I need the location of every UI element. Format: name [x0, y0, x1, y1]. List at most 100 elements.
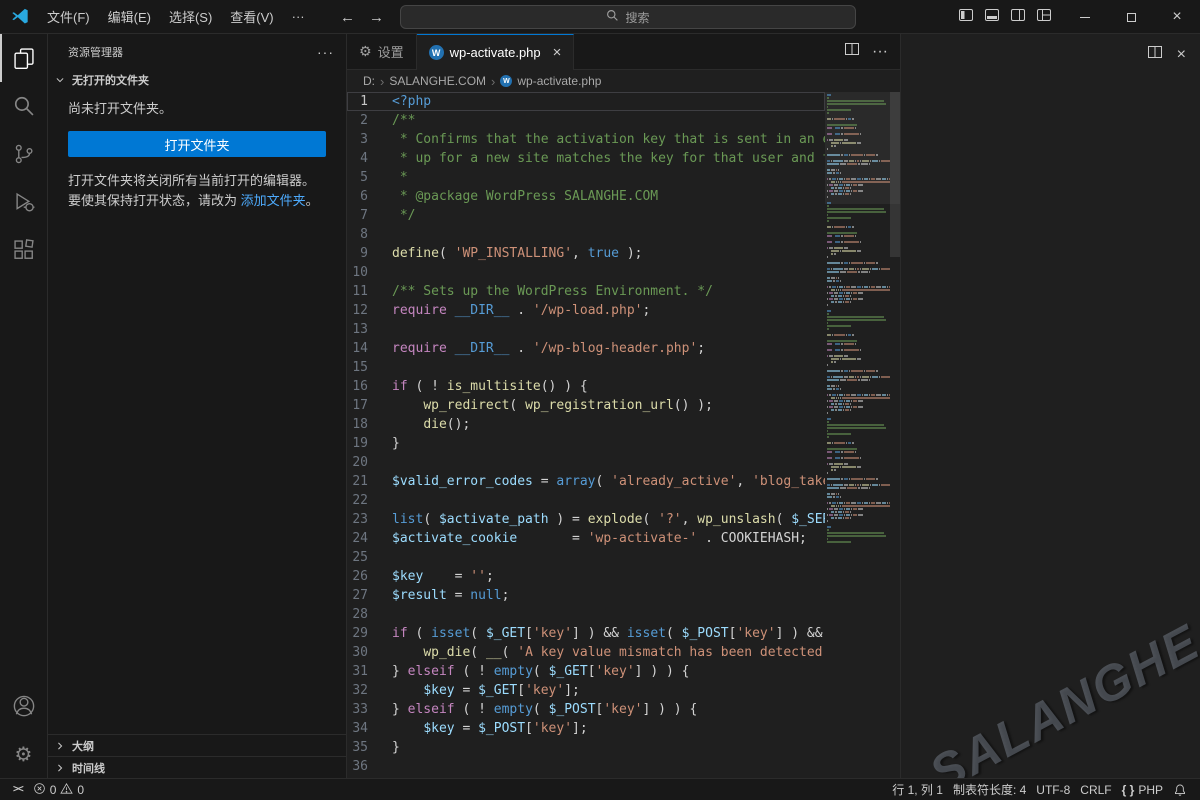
close-window-button[interactable]: ×: [1154, 0, 1200, 34]
sidebar-more-actions-icon[interactable]: ···: [317, 44, 334, 60]
toggle-primary-sidebar-icon[interactable]: [958, 7, 974, 28]
tab-settings[interactable]: ⚙ 设置: [347, 34, 417, 69]
indentation-status[interactable]: 制表符长度: 4: [948, 779, 1031, 800]
code-line[interactable]: 6 * @package WordPress SALANGHE.COM: [347, 187, 825, 206]
code-line[interactable]: 24$activate_cookie = 'wp-activate-' . CO…: [347, 529, 825, 548]
warning-icon: [60, 782, 73, 798]
empty-editor-group: × SALANGHE: [900, 34, 1200, 778]
tab-close-icon[interactable]: ×: [553, 45, 562, 60]
code-line[interactable]: 22: [347, 491, 825, 510]
add-folder-link[interactable]: 添加文件夹: [241, 193, 306, 208]
language-mode[interactable]: { } PHP: [1117, 779, 1168, 800]
code-line[interactable]: 1<?php: [347, 92, 825, 111]
code-line[interactable]: 30 wp_die( __( 'A key value mismatch has…: [347, 643, 825, 662]
minimap[interactable]: [825, 92, 890, 778]
code-line[interactable]: 18 die();: [347, 415, 825, 434]
code-line[interactable]: 35}: [347, 738, 825, 757]
explorer-icon[interactable]: [0, 34, 48, 82]
code-line[interactable]: 19}: [347, 434, 825, 453]
code-line[interactable]: 36: [347, 757, 825, 776]
notifications-bell-icon[interactable]: [1168, 779, 1192, 800]
breadcrumb-folder[interactable]: SALANGHE.COM: [389, 74, 486, 88]
split-editor-icon[interactable]: [844, 41, 860, 62]
menu-file[interactable]: 文件(F): [38, 3, 99, 30]
code-line[interactable]: 31} elseif ( ! empty( $_GET['key'] ) ) {: [347, 662, 825, 681]
code-line[interactable]: 25: [347, 548, 825, 567]
breadcrumb-file[interactable]: wp-activate.php: [517, 74, 601, 88]
source-control-icon[interactable]: [0, 130, 48, 178]
code-line[interactable]: 32 $key = $_GET['key'];: [347, 681, 825, 700]
no-folder-section-header[interactable]: 无打开的文件夹: [48, 69, 346, 91]
outline-section-header[interactable]: 大纲: [48, 734, 346, 756]
breadcrumb-separator: ›: [380, 74, 384, 89]
code-line[interactable]: 5 *: [347, 168, 825, 187]
forward-icon[interactable]: →: [369, 9, 384, 26]
code-line[interactable]: 15: [347, 358, 825, 377]
menu-edit[interactable]: 编辑(E): [99, 3, 160, 30]
cursor-position[interactable]: 行 1, 列 1: [887, 779, 948, 800]
code-line[interactable]: 23list( $activate_path ) = explode( '?',…: [347, 510, 825, 529]
code-line[interactable]: 14require __DIR__ . '/wp-blog-header.php…: [347, 339, 825, 358]
chevron-right-icon: [52, 760, 68, 776]
tab-wp-activate[interactable]: W wp-activate.php ×: [417, 34, 575, 70]
code-line[interactable]: 17 wp_redirect( wp_registration_url() );: [347, 396, 825, 415]
code-line[interactable]: 26$key = '';: [347, 567, 825, 586]
search-sidebar-icon[interactable]: [0, 82, 48, 130]
run-debug-icon[interactable]: [0, 178, 48, 226]
scrollbar-slider[interactable]: [890, 92, 900, 257]
editor-more-actions-icon[interactable]: ···: [872, 43, 888, 61]
code-line[interactable]: 13: [347, 320, 825, 339]
minimize-button[interactable]: [1062, 0, 1108, 34]
wordpress-file-icon: W: [429, 45, 444, 60]
code-line[interactable]: 33} elseif ( ! empty( $_POST['key'] ) ) …: [347, 700, 825, 719]
code-line[interactable]: 7 */: [347, 206, 825, 225]
code-line[interactable]: 12require __DIR__ . '/wp-load.php';: [347, 301, 825, 320]
code-line[interactable]: 29if ( isset( $_GET['key'] ) && isset( $…: [347, 624, 825, 643]
customize-layout-icon[interactable]: [1036, 7, 1052, 28]
code-line[interactable]: 3 * Confirms that the activation key tha…: [347, 130, 825, 149]
settings-gear-icon[interactable]: ⚙: [0, 730, 48, 778]
menu-selection[interactable]: 选择(S): [160, 3, 221, 30]
wordpress-file-icon: W: [500, 75, 512, 87]
editor-scrollbar[interactable]: [890, 92, 900, 778]
code-editor[interactable]: 1<?php2/**3 * Confirms that the activati…: [347, 92, 900, 778]
code-line[interactable]: 27$result = null;: [347, 586, 825, 605]
code-line[interactable]: 20: [347, 453, 825, 472]
code-line[interactable]: 11/** Sets up the WordPress Environment.…: [347, 282, 825, 301]
code-line[interactable]: 4 * up for a new site matches the key fo…: [347, 149, 825, 168]
open-folder-hint: 打开文件夹将关闭所有当前打开的编辑器。要使其保持打开状态，请改为 添加文件夹。: [68, 171, 326, 211]
problems-status[interactable]: 0 0: [28, 779, 89, 800]
split-editor-icon[interactable]: [1147, 44, 1163, 65]
menu-view[interactable]: 查看(V): [221, 3, 282, 30]
maximize-button[interactable]: [1108, 0, 1154, 34]
code-line[interactable]: 2/**: [347, 111, 825, 130]
titlebar: 文件(F) 编辑(E) 选择(S) 查看(V) ··· ← → 搜索 ×: [0, 0, 1200, 34]
close-group-icon[interactable]: ×: [1177, 47, 1186, 63]
explorer-sidebar: 资源管理器 ··· 无打开的文件夹 尚未打开文件夹。 打开文件夹 打开文件夹将关…: [48, 34, 347, 778]
code-line[interactable]: 34 $key = $_POST['key'];: [347, 719, 825, 738]
back-icon[interactable]: ←: [340, 9, 355, 26]
command-center-search[interactable]: 搜索: [400, 5, 856, 29]
breadcrumb-drive[interactable]: D:: [363, 74, 375, 88]
settings-tab-gear-icon: ⚙: [359, 44, 372, 60]
remote-indicator[interactable]: ><: [8, 779, 28, 800]
timeline-section-header[interactable]: 时间线: [48, 756, 346, 778]
code-line[interactable]: 10: [347, 263, 825, 282]
toggle-secondary-sidebar-icon[interactable]: [1010, 7, 1026, 28]
account-icon[interactable]: [0, 682, 48, 730]
window-controls: ×: [1062, 0, 1200, 34]
open-folder-button[interactable]: 打开文件夹: [68, 131, 326, 157]
encoding-status[interactable]: UTF-8: [1031, 779, 1075, 800]
search-label: 搜索: [625, 9, 649, 26]
tab-wp-activate-label: wp-activate.php: [450, 45, 541, 60]
extensions-icon[interactable]: [0, 226, 48, 274]
menu-more[interactable]: ···: [283, 5, 314, 28]
code-line[interactable]: 8: [347, 225, 825, 244]
code-line[interactable]: 21$valid_error_codes = array( 'already_a…: [347, 472, 825, 491]
eol-status[interactable]: CRLF: [1075, 779, 1116, 800]
code-line[interactable]: 28: [347, 605, 825, 624]
code-line[interactable]: 9define( 'WP_INSTALLING', true );: [347, 244, 825, 263]
code-line[interactable]: 16if ( ! is_multisite() ) {: [347, 377, 825, 396]
chevron-right-icon: [52, 738, 68, 754]
toggle-panel-icon[interactable]: [984, 7, 1000, 28]
